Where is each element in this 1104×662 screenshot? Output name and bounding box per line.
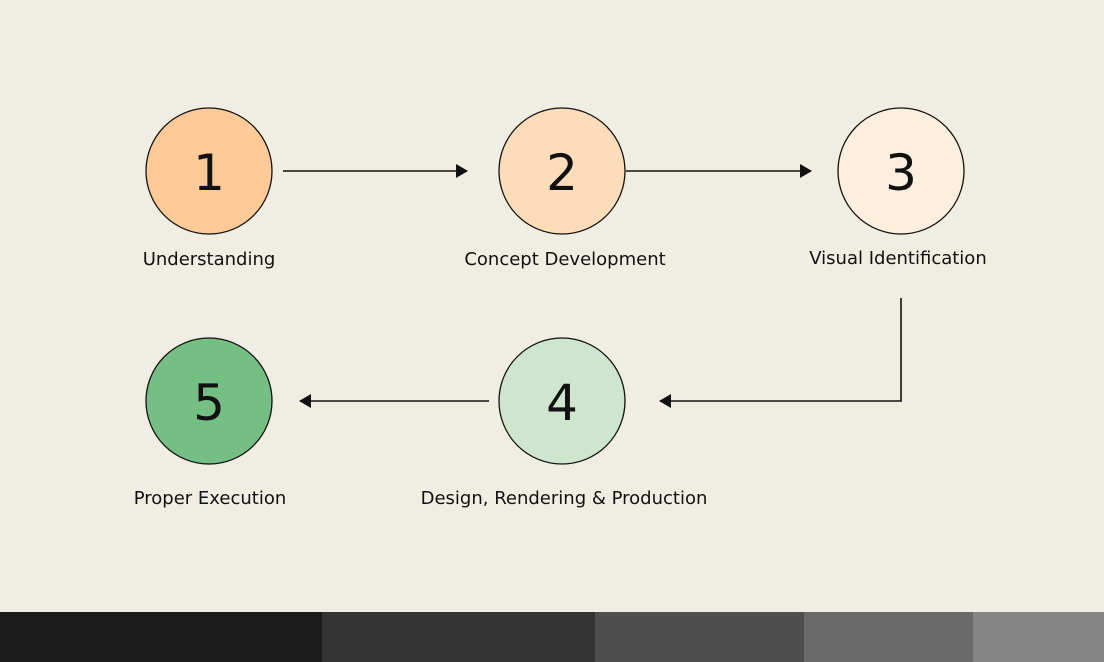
step-label: Proper Execution [134,488,287,509]
step-number: 2 [546,144,578,202]
step-label: Understanding [143,249,276,270]
footer-swatch [804,612,973,662]
step-number: 3 [885,144,917,202]
step-label: Concept Development [464,249,665,270]
step-number: 5 [193,374,225,432]
footer-swatch [595,612,804,662]
step-4: 4 Design, Rendering & Production [421,337,708,509]
footer-swatch [973,612,1104,662]
arrow-3-to-4 [659,298,902,408]
step-5: 5 Proper Execution [134,337,287,509]
step-2: 2 Concept Development [464,107,666,270]
step-label: Visual Identification [809,248,986,269]
footer-color-bar [0,612,1104,662]
step-label: Design, Rendering & Production [421,488,708,509]
process-diagram: 1 Understanding 2 Concept Development 3 … [134,107,987,509]
footer-swatch [0,612,322,662]
step-number: 1 [193,144,225,202]
step-1: 1 Understanding [143,107,276,270]
step-number: 4 [546,374,578,432]
footer-swatch [322,612,595,662]
step-3: 3 Visual Identification [809,107,987,269]
